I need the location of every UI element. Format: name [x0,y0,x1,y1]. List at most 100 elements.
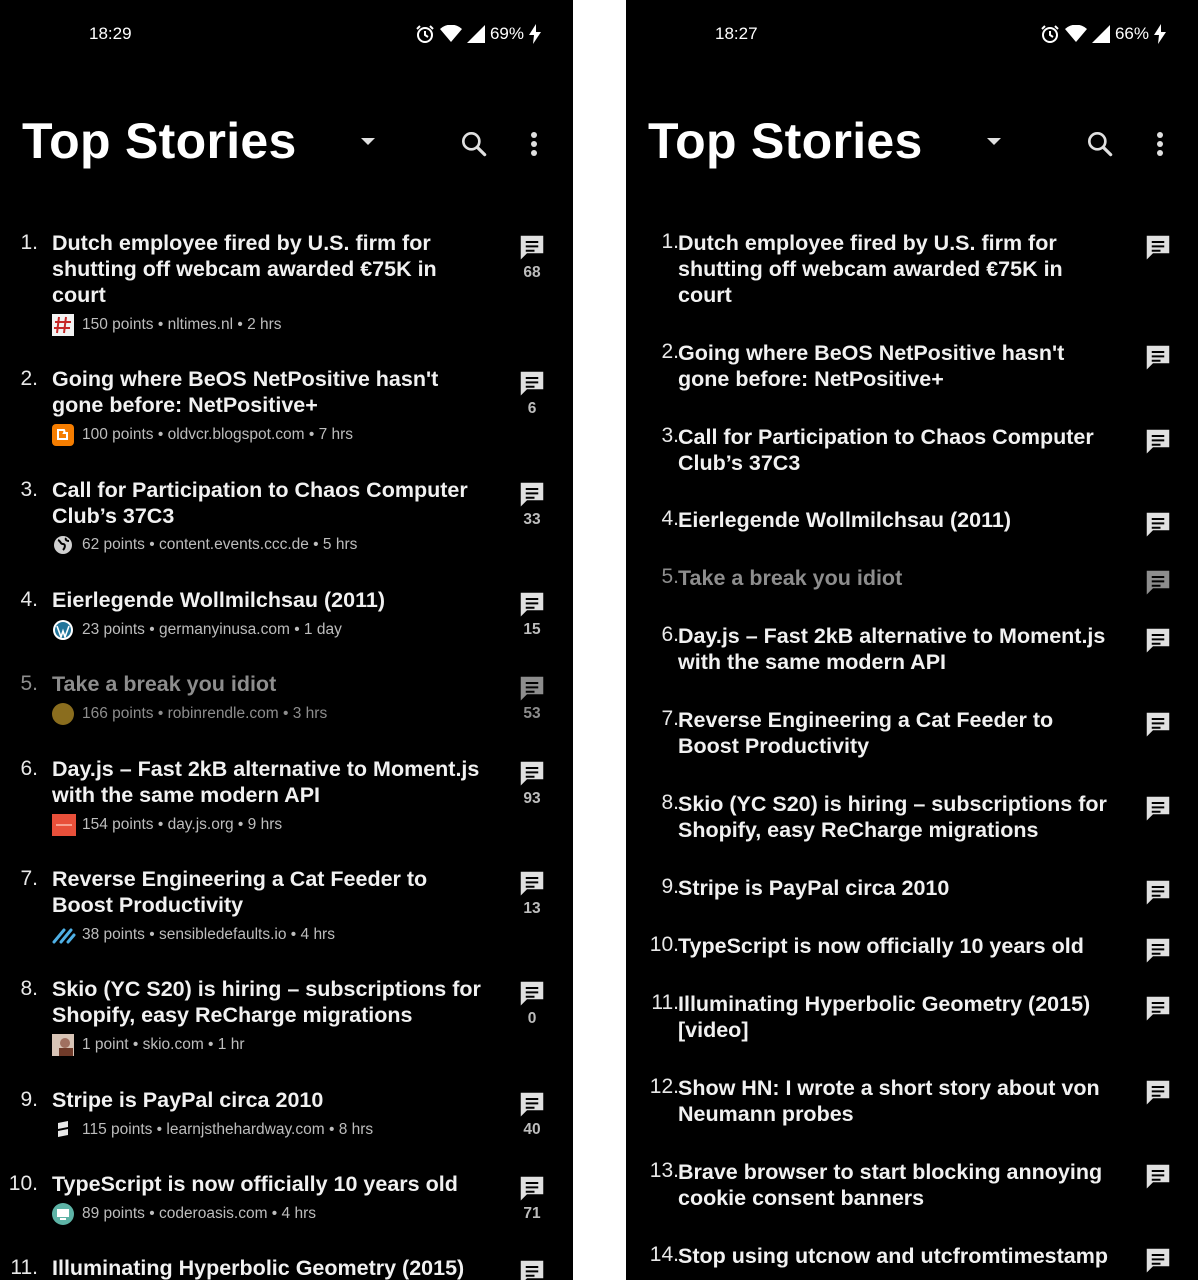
comment-button[interactable]: 71 [514,1173,550,1223]
story-title[interactable]: Illuminating Hyperbolic Geometry (2015) [52,1255,492,1280]
story-title[interactable]: Illuminating Hyperbolic Geometry (2015) … [678,991,1118,1043]
search-icon[interactable] [1084,128,1116,165]
story-title[interactable]: Stop using utcnow and utcfromtimestamp [678,1243,1118,1269]
comment-count: 93 [523,790,541,807]
comment-icon[interactable] [1140,1077,1176,1107]
story-title[interactable]: TypeScript is now officially 10 years ol… [52,1171,492,1197]
comment-icon[interactable] [1140,709,1176,739]
comment-icon[interactable] [1140,993,1176,1023]
comment-button[interactable]: 13 [514,868,550,918]
story-title[interactable]: Call for Participation to Chaos Computer… [52,477,492,529]
battery-percent: 69% [489,24,524,43]
story-rank: 7. [661,707,679,730]
search-icon[interactable] [458,128,490,165]
alarm-icon [415,24,435,44]
comment-icon[interactable] [1140,935,1176,965]
story-title[interactable]: Dutch employee fired by U.S. firm for sh… [52,230,492,308]
story-title[interactable]: Stripe is PayPal circa 2010 [52,1087,492,1113]
story-title[interactable]: Eierlegende Wollmilchsau (2011) [678,507,1118,533]
comment-icon [520,676,544,701]
globe-icon [52,534,74,556]
story-rank: 1. [661,230,679,253]
story-title[interactable]: Skio (YC S20) is hiring – subscriptions … [678,791,1118,843]
story-title[interactable]: Brave browser to start blocking annoying… [678,1159,1118,1211]
comment-button[interactable]: 93 [514,758,550,808]
comment-count: 68 [523,264,541,281]
story-rank: 14. [649,1243,679,1266]
story-meta: 100 points • oldvcr.blogspot.com • 7 hrs [82,426,354,443]
page-title: Top Stories [648,113,923,169]
story-rank: 4. [661,507,679,530]
comment-icon[interactable] [1140,1245,1176,1275]
battery-percent: 66% [1114,24,1149,43]
story-title[interactable]: Day.js – Fast 2kB alternative to Moment.… [678,623,1118,675]
comment-button[interactable] [514,1257,550,1280]
comment-count: 71 [523,1205,541,1222]
story-title[interactable]: Going where BeOS NetPositive hasn't gone… [52,366,492,418]
story-rank: 9. [20,1088,38,1111]
story-title[interactable]: Take a break you idiot [678,565,1118,591]
site-favicon [52,314,74,336]
story-rank: 8. [661,791,679,814]
comment-icon[interactable] [1140,426,1176,456]
comment-button[interactable]: 15 [514,589,550,639]
comment-button[interactable]: 68 [514,232,550,282]
comment-icon[interactable] [1140,877,1176,907]
site-favicon [52,424,74,446]
comment-icon [520,1260,544,1280]
story-title[interactable]: Reverse Engineering a Cat Feeder to Boos… [678,707,1118,759]
story-rank: 13. [649,1159,679,1182]
story-title[interactable]: Reverse Engineering a Cat Feeder to Boos… [52,866,492,918]
comment-count: 53 [523,705,541,722]
story-title[interactable]: Going where BeOS NetPositive hasn't gone… [678,340,1118,392]
comment-icon [520,482,544,507]
more-vert-icon[interactable] [1154,128,1166,165]
more-vert-icon[interactable] [528,128,540,165]
wifi-icon [1064,25,1087,43]
comment-icon [520,592,544,617]
story-rank: 2. [20,367,38,390]
story-title[interactable]: Take a break you idiot [52,671,492,697]
comment-button[interactable]: 0 [514,978,550,1028]
comment-button[interactable]: 33 [514,479,550,529]
comment-icon [520,1176,544,1201]
comment-icon[interactable] [1140,232,1176,262]
comment-icon[interactable] [1140,342,1176,372]
comment-icon[interactable] [1140,1161,1176,1191]
story-meta: 38 points • sensibledefaults.io • 4 hrs [82,926,335,943]
wordpress-icon [52,619,74,641]
comment-icon [520,871,544,896]
story-title[interactable]: Stripe is PayPal circa 2010 [678,875,1118,901]
story-title[interactable]: Call for Participation to Chaos Computer… [678,424,1118,476]
comment-count: 33 [523,511,541,528]
story-title[interactable]: Show HN: I wrote a short story about von… [678,1075,1118,1127]
story-meta: 166 points • robinrendle.com • 3 hrs [82,705,328,722]
dropdown-arrow-icon[interactable] [984,134,1004,152]
comment-button[interactable]: 40 [514,1089,550,1139]
story-meta: 89 points • coderoasis.com • 4 hrs [82,1205,316,1222]
site-favicon [52,1203,74,1225]
dropdown-arrow-icon[interactable] [358,134,378,152]
story-title[interactable]: Skio (YC S20) is hiring – subscriptions … [52,976,492,1028]
status-bar: 18:29 69% [0,22,573,48]
page-title: Top Stories [22,113,297,169]
comment-icon [520,235,544,260]
comment-button[interactable]: 6 [514,368,550,418]
story-title[interactable]: TypeScript is now officially 10 years ol… [678,933,1118,959]
story-rank: 4. [20,588,38,611]
site-favicon [52,814,76,836]
comment-icon [520,371,544,396]
story-title[interactable]: Eierlegende Wollmilchsau (2011) [52,587,492,613]
story-title[interactable]: Dutch employee fired by U.S. firm for sh… [678,230,1118,308]
comment-icon[interactable] [1140,567,1176,597]
comment-icon[interactable] [1140,793,1176,823]
story-title[interactable]: Day.js – Fast 2kB alternative to Moment.… [52,756,492,808]
story-rank: 6. [661,623,679,646]
charging-icon [1154,24,1166,44]
comment-count: 40 [523,1121,541,1138]
story-rank: 3. [661,424,679,447]
comment-button[interactable]: 53 [514,673,550,723]
comment-icon[interactable] [1140,625,1176,655]
status-time: 18:27 [715,24,758,43]
comment-icon[interactable] [1140,509,1176,539]
